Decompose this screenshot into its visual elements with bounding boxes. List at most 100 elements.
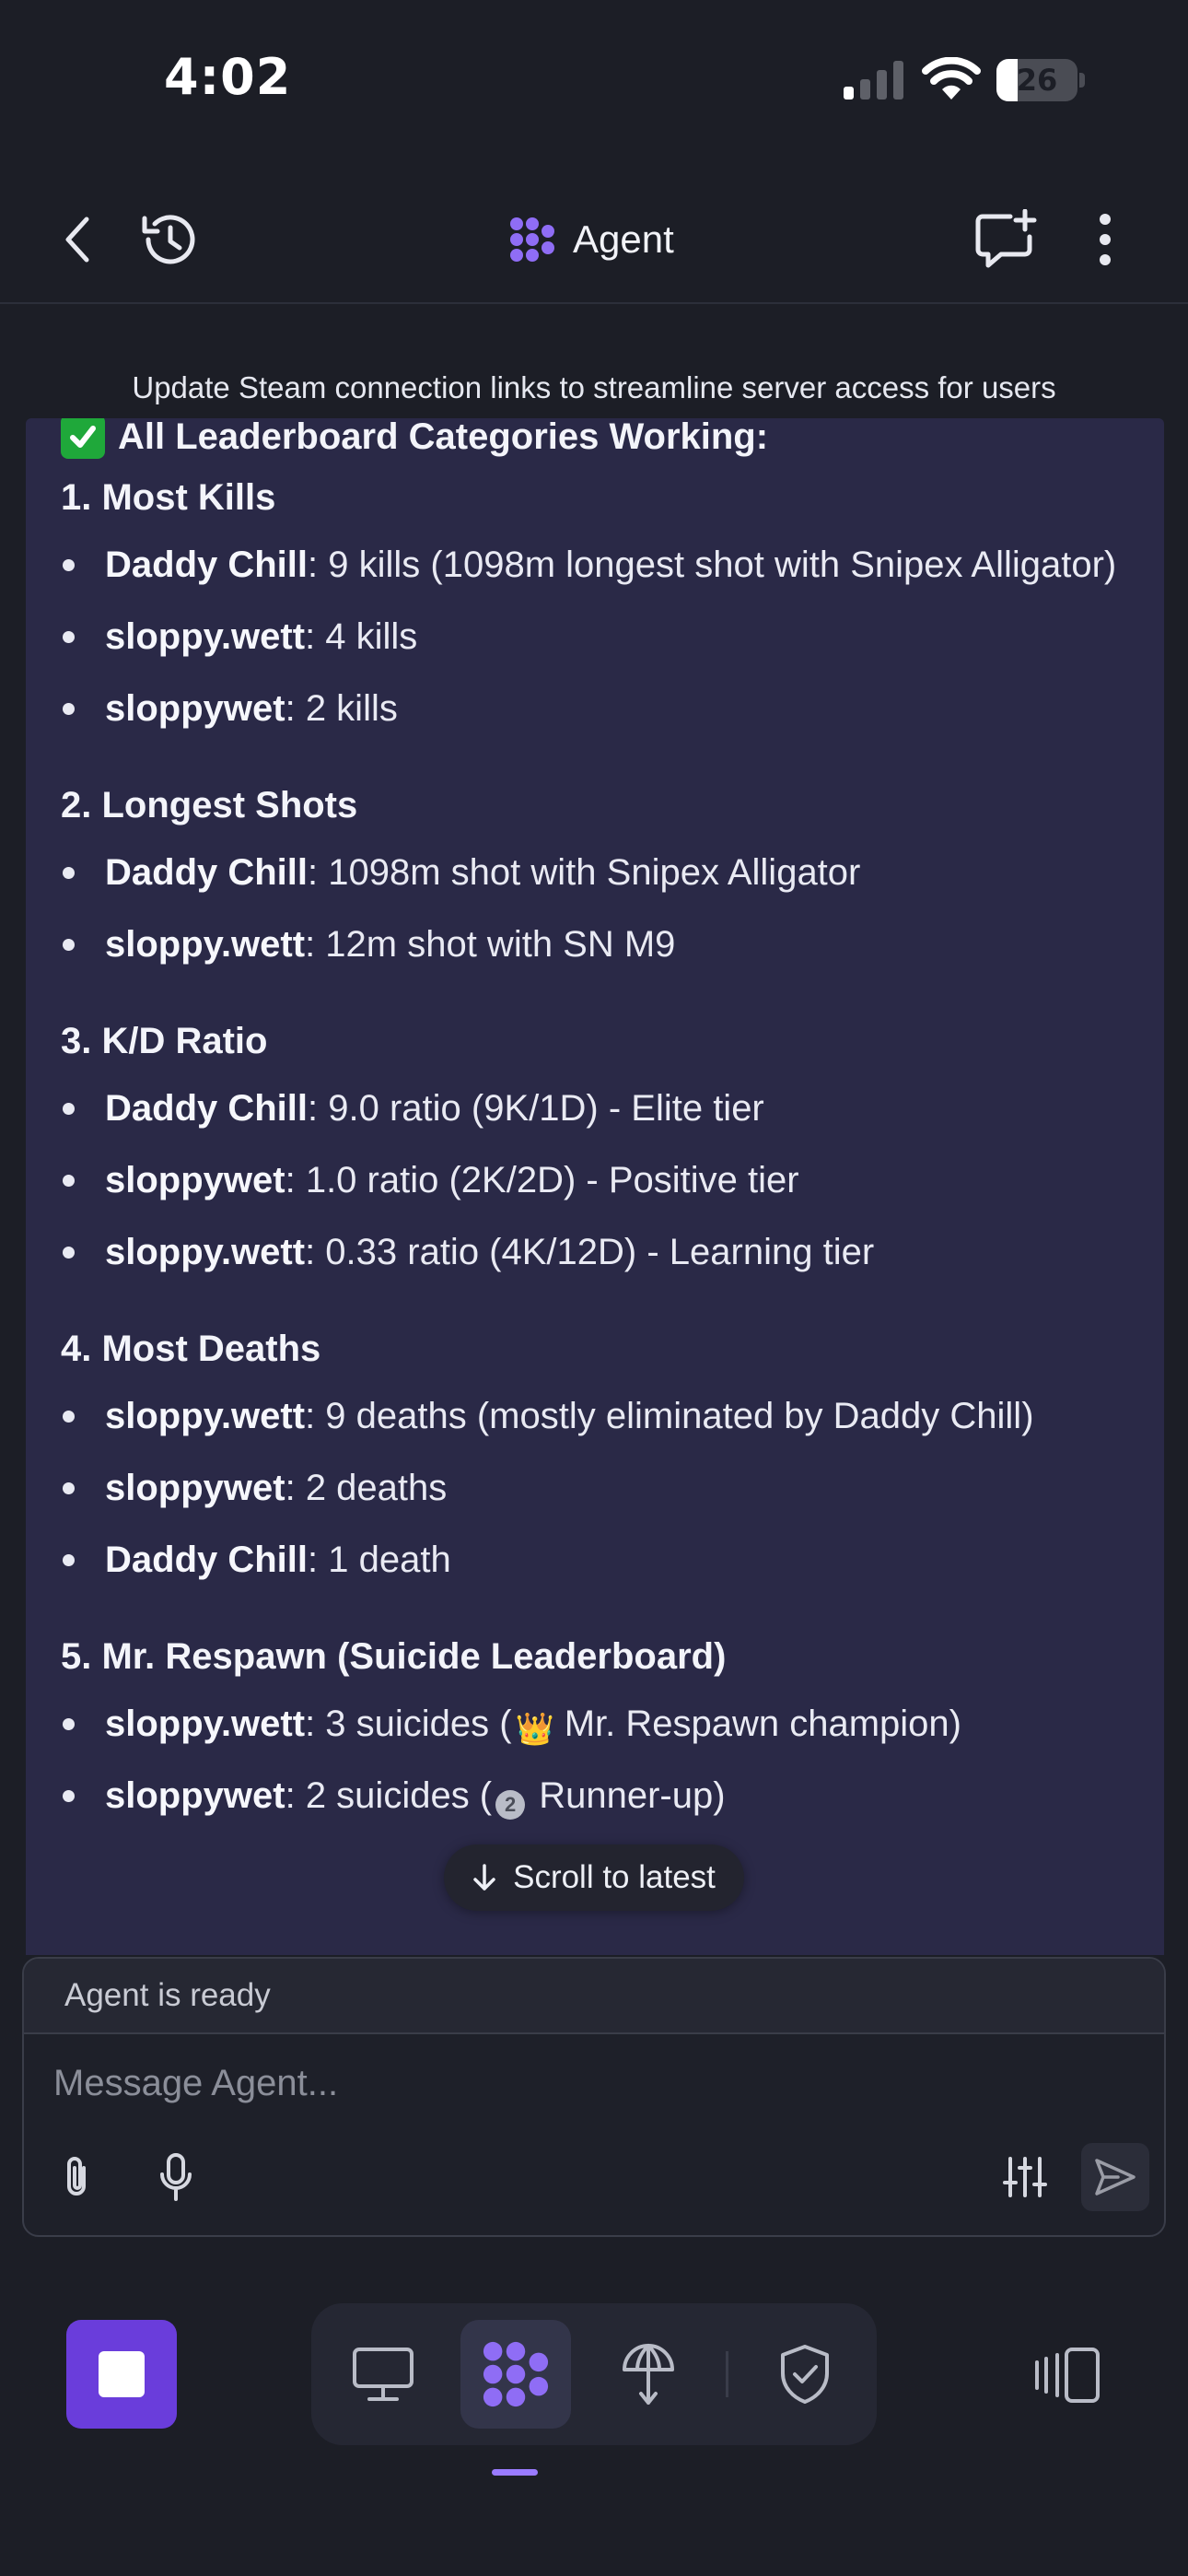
item-text: : 0.33 ratio (4K/12D) - Learning tier: [305, 1232, 875, 1272]
split-view-button[interactable]: [1022, 2329, 1114, 2421]
player-name: sloppy.wett: [105, 1704, 306, 1744]
item-text: Mr. Respawn champion): [553, 1704, 961, 1744]
agent-title: Agent: [508, 210, 674, 269]
list-item: Daddy Chill: 9.0 ratio (9K/1D) - Elite t…: [61, 1078, 1138, 1139]
agent-logo-icon: [510, 217, 554, 262]
checkmark-icon: [61, 418, 105, 459]
section-title: 5. Mr. Respawn (Suicide Leaderboard): [61, 1636, 727, 1677]
section-title: 4. Most Deaths: [61, 1329, 321, 1369]
list-item: sloppywet: 1.0 ratio (2K/2D) - Positive …: [61, 1150, 1138, 1211]
more-options-button[interactable]: [1068, 203, 1142, 276]
nav-divider: [726, 2351, 728, 2397]
section-title: 1. Most Kills: [61, 477, 276, 518]
paperclip-icon: [67, 2157, 86, 2195]
scroll-to-latest-label: Scroll to latest: [513, 1859, 716, 1895]
player-name: sloppy.wett: [105, 1396, 306, 1436]
list-item: Daddy Chill: 1098m shot with Snipex Alli…: [61, 842, 1138, 903]
model-settings-button[interactable]: [991, 2143, 1059, 2211]
active-tab-indicator: [492, 2469, 538, 2476]
item-text: : 4 kills: [305, 616, 418, 657]
new-chat-button[interactable]: [969, 203, 1042, 276]
player-name: sloppywet: [105, 1775, 285, 1816]
list-item: sloppy.wett: 9 deaths (mostly eliminated…: [61, 1386, 1138, 1446]
list-item: sloppywet: 2 suicides (2 Runner-up): [61, 1765, 1138, 1826]
item-text: : 12m shot with SN M9: [305, 924, 676, 965]
back-icon: [65, 217, 89, 263]
item-text: : 9.0 ratio (9K/1D) - Elite tier: [308, 1088, 764, 1129]
stop-icon: [99, 2351, 145, 2397]
item-text: : 2 deaths: [285, 1468, 448, 1508]
agent-message: All Leaderboard Categories Working: 1. M…: [26, 418, 1164, 1955]
item-text: : 1.0 ratio (2K/2D) - Positive tier: [285, 1160, 799, 1200]
task-context-line: Update Steam connection links to streaml…: [132, 370, 1056, 404]
arrow-down-icon: [473, 1864, 495, 1891]
microphone-button[interactable]: [142, 2143, 210, 2211]
monitor-icon: [353, 2348, 413, 2401]
player-name: sloppy.wett: [105, 924, 306, 965]
item-text: : 2 kills: [285, 688, 398, 729]
history-icon: [142, 215, 195, 264]
item-text: : 1 death: [308, 1540, 451, 1580]
player-name: Daddy Chill: [105, 1540, 309, 1580]
player-name: sloppy.wett: [105, 616, 306, 657]
status-time: 4:02: [164, 48, 292, 106]
section-title: 2. Longest Shots: [61, 785, 358, 825]
list-item: sloppy.wett: 12m shot with SN M9: [61, 914, 1138, 975]
stop-agent-button[interactable]: [66, 2320, 177, 2429]
nav-desktop[interactable]: [328, 2320, 438, 2429]
agent-status: Agent is ready: [24, 1959, 1164, 2034]
item-text: Runner-up): [529, 1775, 726, 1816]
send-icon: [1095, 2159, 1136, 2195]
player-name: sloppywet: [105, 1468, 285, 1508]
section-title: 3. K/D Ratio: [61, 1021, 268, 1061]
player-name: Daddy Chill: [105, 852, 309, 893]
player-name: Daddy Chill: [105, 1088, 309, 1129]
app-header: Agent: [0, 175, 1188, 304]
message-heading-text: All Leaderboard Categories Working:: [118, 418, 769, 457]
battery-icon: 26: [996, 59, 1085, 101]
deploy-icon: [623, 2344, 674, 2405]
shield-check-icon: [781, 2345, 829, 2404]
agent-logo-icon: [483, 2341, 549, 2407]
section-longest-shots: 2. Longest Shots Daddy Chill: 1098m shot…: [61, 781, 1138, 975]
crown-icon: 👑: [515, 1712, 554, 1747]
list-item: sloppy.wett: 0.33 ratio (4K/12D) - Learn…: [61, 1222, 1138, 1282]
list-item: sloppywet: 2 deaths: [61, 1458, 1138, 1518]
item-text: : 1098m shot with Snipex Alligator: [308, 852, 861, 893]
history-button[interactable]: [133, 203, 206, 276]
nav-deploy[interactable]: [593, 2320, 704, 2429]
nav-agent[interactable]: [460, 2320, 571, 2429]
page-title: Agent: [573, 217, 674, 261]
item-text: : 2 suicides (: [285, 1775, 493, 1816]
attach-button[interactable]: [42, 2143, 111, 2211]
list-item: Daddy Chill: 1 death: [61, 1529, 1138, 1590]
list-item: sloppy.wett: 3 suicides (👑 Mr. Respawn c…: [61, 1693, 1138, 1754]
battery-level: 26: [1016, 63, 1058, 98]
player-name: sloppywet: [105, 688, 285, 729]
message-composer: Agent is ready: [22, 1957, 1166, 2237]
back-button[interactable]: [41, 203, 114, 276]
status-bar: 4:02 26: [0, 0, 1188, 157]
player-name: sloppywet: [105, 1160, 285, 1200]
send-button[interactable]: [1081, 2143, 1149, 2211]
nav-security[interactable]: [750, 2320, 860, 2429]
wifi-icon: [922, 57, 981, 100]
item-text: : 9 deaths (mostly eliminated by Daddy C…: [305, 1396, 1034, 1436]
more-vertical-icon: [1100, 214, 1111, 265]
message-input[interactable]: [53, 2051, 1131, 2115]
list-item: Daddy Chill: 9 kills (1098m longest shot…: [61, 534, 1138, 595]
chat-area[interactable]: Update Steam connection links to streaml…: [0, 306, 1188, 1955]
section-most-deaths: 4. Most Deaths sloppy.wett: 9 deaths (mo…: [61, 1325, 1138, 1590]
section-mr-respawn: 5. Mr. Respawn (Suicide Leaderboard) slo…: [61, 1633, 1138, 1826]
section-most-kills: 1. Most Kills Daddy Chill: 9 kills (1098…: [61, 474, 1138, 739]
bottom-nav: [311, 2303, 877, 2445]
second-place-medal-icon: 2: [495, 1790, 526, 1820]
microphone-icon: [160, 2153, 192, 2201]
new-chat-icon: [975, 209, 1037, 268]
sliders-icon: [1003, 2157, 1047, 2197]
list-item: sloppy.wett: 4 kills: [61, 606, 1138, 667]
scroll-to-latest-button[interactable]: Scroll to latest: [444, 1844, 744, 1911]
section-kd-ratio: 3. K/D Ratio Daddy Chill: 9.0 ratio (9K/…: [61, 1017, 1138, 1282]
message-heading: All Leaderboard Categories Working:: [61, 418, 1138, 466]
player-name: sloppy.wett: [105, 1232, 306, 1272]
